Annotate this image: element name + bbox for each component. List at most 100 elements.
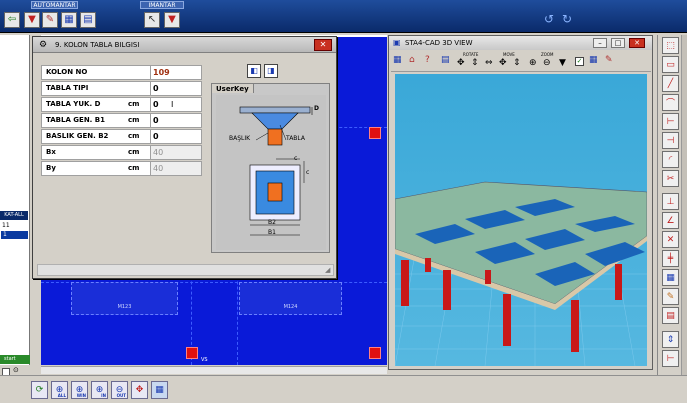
left-floor-panel xyxy=(0,35,30,365)
close-button[interactable]: ✕ xyxy=(314,39,332,51)
palette-icon[interactable]: ▦ xyxy=(589,55,598,65)
label-tabla: TABLA xyxy=(286,135,306,142)
grid-icon-right[interactable]: ▦ xyxy=(662,269,679,286)
zoom-in-button[interactable]: ⊕ IN xyxy=(91,381,108,399)
grid-icon[interactable]: ▦ xyxy=(393,55,402,65)
zoom-all-button[interactable]: ⊕ ALL xyxy=(51,381,68,399)
grid-add-icon[interactable]: ▤ xyxy=(80,12,96,28)
bx-field: 40 xyxy=(150,145,202,160)
cross-icon[interactable]: ✕ xyxy=(662,231,679,248)
split-icon[interactable]: ╪ xyxy=(662,250,679,267)
tabla-yuk-d-field[interactable]: 0I xyxy=(150,97,202,112)
diagram-svg xyxy=(239,106,313,236)
userkey-tab[interactable]: UserKey xyxy=(211,83,254,93)
move-icon-2[interactable]: ⇕ xyxy=(513,58,521,68)
unit-label: cm xyxy=(128,132,140,140)
grid-select-icon[interactable]: ▦ xyxy=(61,12,77,28)
rotate-icon-3[interactable]: ⇔ xyxy=(485,58,493,68)
rotate-icon[interactable]: ✥ xyxy=(457,58,465,68)
refresh-icon[interactable]: ⟳ xyxy=(31,381,48,399)
layer-icon[interactable]: ▤ xyxy=(662,307,679,324)
zoom-caption: ZOOM xyxy=(541,52,554,57)
zoom-win-caption: WIN xyxy=(76,393,86,398)
view-3d-window: STA4-CAD 3D VIEW ▣ – □ ✕ ▦ ⌂ ? ▤ ROTATE … xyxy=(388,35,653,370)
eraser-icon-right[interactable]: ✎ xyxy=(662,288,679,305)
view-checkbox[interactable]: ✓ xyxy=(575,57,584,66)
move-icon[interactable]: ✥ xyxy=(499,58,507,68)
column-marker[interactable] xyxy=(369,347,381,359)
home-icon[interactable]: ⌂ xyxy=(409,55,415,65)
zoom-in-caption: IN xyxy=(101,393,106,398)
dimension-icon[interactable]: ⊢ xyxy=(662,113,679,130)
pointer-icon[interactable]: ↖ xyxy=(144,12,160,28)
minimize-button[interactable]: – xyxy=(593,38,607,48)
help-icon[interactable]: ? xyxy=(425,55,430,65)
layers-icon[interactable]: ▤ xyxy=(441,55,450,65)
group-label-automantar: AUTOMANTAR xyxy=(31,1,78,9)
view3d-toolbar: ▦ ⌂ ? ▤ ROTATE ✥ ⇕ ⇔ MOVE ✥ ⇕ ZOOM ⊕ ⊖ ▼… xyxy=(391,51,651,72)
tabla-gen-b1-field[interactable]: 0 xyxy=(150,113,202,128)
column-marker[interactable] xyxy=(369,127,381,139)
polyline-icon[interactable]: ⌒ xyxy=(662,94,679,111)
tabla-tipi-field[interactable]: 0 xyxy=(150,81,202,96)
close-button-3d[interactable]: ✕ xyxy=(629,38,645,48)
baslik-gen-b2-field[interactable]: 0 xyxy=(150,129,202,144)
by-field: 40 xyxy=(150,161,202,176)
eraser-icon-3d[interactable]: ✎ xyxy=(605,55,613,65)
measure-icon[interactable]: ⊥ xyxy=(662,193,679,210)
view3d-scene[interactable] xyxy=(395,74,647,366)
eraser-icon[interactable]: ✎ xyxy=(42,12,58,28)
line-icon[interactable]: ╱ xyxy=(662,75,679,92)
kolon-no-field[interactable]: 109 xyxy=(150,65,202,80)
corner-label: VS xyxy=(201,357,208,363)
right-toolbar: ⬚ ▭ ╱ ⌒ ⊢ ⊣ ◜ ✂ ⊥ ∠ ✕ ╪ ▦ ✎ ▤ ⇕ ⊢ xyxy=(657,35,687,380)
filter-icon-3d[interactable]: ▼ xyxy=(559,58,566,68)
arc-icon[interactable]: ◜ xyxy=(662,151,679,168)
unit-label: cm xyxy=(128,116,140,124)
column-marker[interactable] xyxy=(186,347,198,359)
maximize-button[interactable]: □ xyxy=(611,38,625,48)
start-button[interactable]: start xyxy=(0,355,30,364)
label-baslik: BAŞLIK xyxy=(229,135,251,142)
zoom-out-button[interactable]: ⊖ OUT xyxy=(111,381,128,399)
redo-icon[interactable]: ↻ xyxy=(562,12,572,26)
angle-icon[interactable]: ∠ xyxy=(662,212,679,229)
undo-icon[interactable]: ↺ xyxy=(544,12,554,26)
gear-icon: ⚙ xyxy=(39,40,48,50)
group-label-imantar: IMANTAR xyxy=(140,1,184,9)
zoom-icon-2[interactable]: ⊖ xyxy=(543,58,551,68)
select-icon[interactable]: ⬚ xyxy=(662,37,679,54)
view-grid-icon[interactable]: ▦ xyxy=(151,381,168,399)
offset-icon[interactable]: ⊣ xyxy=(662,132,679,149)
slab-m123[interactable]: M123 xyxy=(71,282,178,315)
slab-label: M124 xyxy=(283,304,298,310)
right-scrollbar[interactable] xyxy=(681,35,687,380)
rectangle-icon[interactable]: ▭ xyxy=(662,56,679,73)
floor-item[interactable]: 11 xyxy=(2,222,10,229)
main-toolbar: AUTOMANTAR IMANTAR ⇦ ▼ ✎ ▦ ▤ ↖ ▼ ↺ ↻ xyxy=(0,0,687,33)
floor-item-selected[interactable]: 1 xyxy=(1,231,28,239)
rotate-icon-2[interactable]: ⇕ xyxy=(471,58,479,68)
rotate-caption: ROTATE xyxy=(463,52,479,57)
label-c-vertical: c xyxy=(306,169,310,176)
filter-icon[interactable]: ▼ xyxy=(24,12,40,28)
back-arrow-icon[interactable]: ⇦ xyxy=(4,12,20,28)
next-icon[interactable]: ◨ xyxy=(264,64,278,78)
filter-icon-2[interactable]: ▼ xyxy=(164,12,180,28)
pan-icon[interactable]: ✥ xyxy=(131,381,148,399)
prev-icon[interactable]: ◧ xyxy=(247,64,261,78)
dialog-title: 9. KOLON TABLA BILGISI xyxy=(33,37,336,53)
measure-icon-2[interactable]: ⊢ xyxy=(662,350,679,367)
app-icon: ▣ xyxy=(393,38,401,47)
unit-label: cm xyxy=(128,164,140,172)
scissors-icon[interactable]: ✂ xyxy=(662,170,679,187)
start-label: start xyxy=(4,356,16,362)
zoom-icon[interactable]: ⊕ xyxy=(529,58,537,68)
slab-label: M123 xyxy=(117,304,132,310)
zoom-win-button[interactable]: ⊕ WIN xyxy=(71,381,88,399)
canvas-scrollbar[interactable] xyxy=(41,366,387,374)
cursor-icon[interactable]: ⇕ xyxy=(662,331,679,348)
resize-grip-icon[interactable]: ◢ xyxy=(325,266,330,274)
column-head-diagram: BAŞLIK TABLA D c c B2 B1 xyxy=(216,95,326,250)
slab-m124[interactable]: M124 xyxy=(239,282,342,315)
